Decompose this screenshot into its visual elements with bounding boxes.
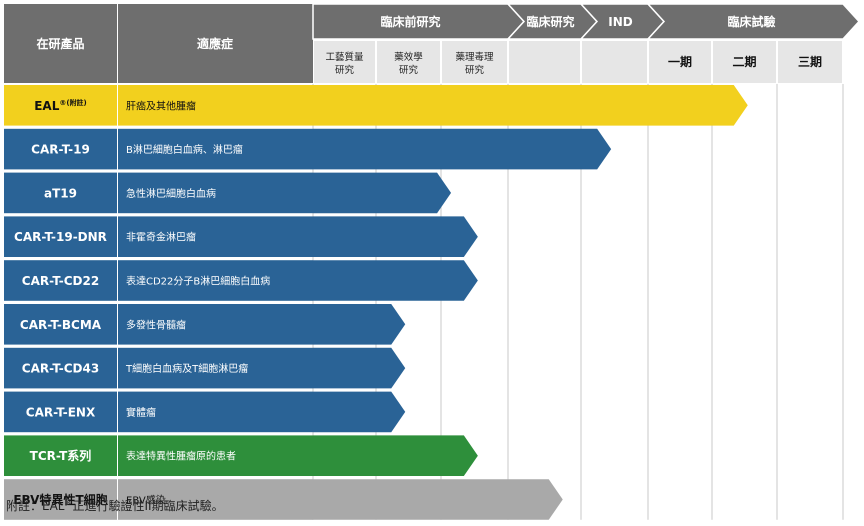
row-product-label-8: TCR-T系列 [30, 448, 92, 463]
footnote-prefix: 附註： [6, 499, 43, 513]
row-indication-label-5: 多發性骨髓瘤 [126, 318, 186, 331]
stage-label-1: 臨床研究 [526, 14, 574, 29]
row-indication-label-8: 表達特異性腫瘤原的患者 [126, 450, 236, 463]
row-indication-label-6: T細胞白血病及T細胞淋巴瘤 [125, 362, 248, 375]
row-indication-label-2: 急性淋巴細胞白血病 [126, 187, 216, 200]
row-progress-arrow-0 [313, 85, 748, 126]
row-progress-arrow-9 [313, 479, 563, 520]
subheader-label-0-1: 研究 [335, 64, 355, 76]
footnote-text: 正進行驗證性II期臨床試驗。 [72, 499, 224, 513]
row-indication-label-0: 肝癌及其他腫瘤 [126, 99, 196, 112]
pipeline-chart: 在研產品 適應症臨床前研究 臨床研究 IND 臨床試驗工藝質量研究藥效學研究藥理毒理研究… [4, 3, 861, 520]
row-progress-arrow-8 [313, 435, 478, 476]
subheader-label-7: 三期 [798, 54, 822, 69]
row-progress-arrow-2 [313, 172, 452, 214]
subheader-label-1-1: 研究 [399, 64, 419, 76]
stage-label-3: 臨床試驗 [727, 14, 775, 29]
row-product-label-7: CAR-T-ENX [26, 405, 96, 419]
subheader-cell-4 [582, 41, 647, 83]
row-product-label-4: CAR-T-CD22 [22, 274, 99, 288]
row-progress-arrow-5 [313, 304, 406, 345]
header-indication-label: 適應症 [197, 36, 233, 51]
row-product-label-1: CAR-T-19 [31, 143, 90, 157]
subheader-cell-3 [509, 41, 580, 83]
subheader-label-2-1: 研究 [465, 64, 485, 76]
row-indication-label-7: 實體瘤 [126, 406, 156, 419]
footnote: 附註：EAL®正進行驗證性II期臨床試驗。 [6, 497, 224, 514]
footnote-sup: ® [64, 498, 73, 507]
header-product-label: 在研產品 [36, 36, 84, 51]
subheader-label-5: 一期 [668, 54, 692, 69]
subheader-label-2-0: 藥理毒理 [455, 51, 494, 63]
row-progress-arrow-4 [313, 260, 478, 301]
stage-label-0: 臨床前研究 [380, 14, 440, 29]
row-product-label-3: CAR-T-19-DNR [14, 230, 107, 244]
stage-label-2: IND [608, 15, 633, 29]
row-indication-label-1: B淋巴細胞白血病、淋巴瘤 [126, 143, 243, 156]
row-indication-label-3: 非霍奇金淋巴瘤 [126, 231, 196, 244]
row-indication-label-4: 表達CD22分子B淋巴細胞白血病 [126, 275, 270, 288]
row-product-sup-0: ®(附註) [59, 98, 86, 107]
subheader-label-0-0: 工藝質量 [325, 51, 364, 63]
row-product-label-6: CAR-T-CD43 [22, 362, 99, 376]
row-progress-arrow-1 [313, 128, 612, 170]
subheader-label-6: 二期 [732, 54, 756, 69]
footnote-product: EAL [42, 499, 65, 513]
row-progress-arrow-3 [313, 216, 478, 257]
row-product-label-5: CAR-T-BCMA [20, 318, 102, 332]
subheader-label-1-0: 藥效學 [394, 51, 423, 63]
row-progress-arrow-7 [313, 391, 406, 433]
row-product-label-2: aT19 [44, 186, 77, 200]
row-progress-arrow-6 [313, 347, 406, 389]
